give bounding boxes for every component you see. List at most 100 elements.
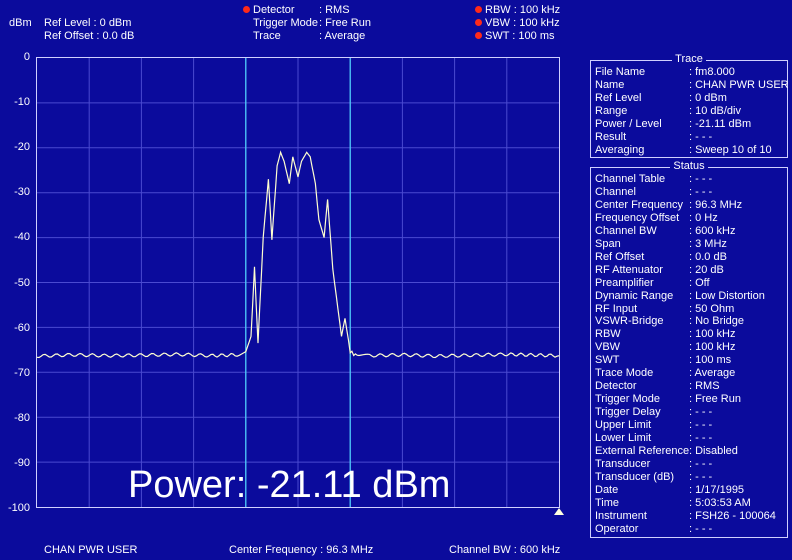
info-row-value: : - - - (689, 173, 713, 185)
info-row-value: : - - - (689, 470, 713, 483)
info-row-key: Frequency Offset (595, 211, 680, 224)
trace-panel-title: Trace (672, 53, 706, 65)
info-row-key: Power / Level (595, 117, 662, 130)
info-row-key: Detector (595, 380, 637, 393)
info-row-key: Operator (595, 522, 639, 535)
info-row-value: : -21.11 dBm (689, 117, 752, 130)
info-row-key: Instrument (595, 509, 647, 522)
y-tick-label: -20 (14, 141, 30, 154)
status-dot-icon (475, 32, 482, 39)
y-tick-label: -30 (14, 186, 30, 199)
status-dot-icon (475, 19, 482, 26)
info-row-key: Trace Mode (595, 367, 654, 380)
info-row-key: Preamplifier (595, 276, 654, 289)
swt-indicator: SWT : 100 ms (475, 30, 554, 43)
status-dot-icon (475, 6, 482, 13)
info-row-value: : 5:03:53 AM (689, 496, 751, 509)
info-row-key: Lower Limit (595, 432, 652, 444)
info-row-key: Center Frequency (595, 198, 684, 211)
info-row-key: File Name (595, 66, 646, 78)
info-row-value: : - - - (689, 130, 713, 143)
y-tick-label: -70 (14, 366, 30, 379)
detector-label: Detector (253, 4, 295, 16)
vbw-readout: VBW : 100 kHz (485, 17, 560, 29)
info-row-value: : Sweep 10 of 10 (689, 143, 772, 156)
info-row-value: : 3 MHz (689, 237, 727, 250)
info-row-value: : - - - (689, 457, 713, 470)
info-row-key: Transducer (595, 457, 651, 470)
info-row-key: VBW (595, 341, 621, 354)
y-tick-label: -40 (14, 231, 30, 244)
trigger-mode-label: Trigger Mode (253, 17, 319, 29)
footer-mode: CHAN PWR USER (44, 544, 138, 556)
info-row-value: : 0 dBm (689, 91, 727, 104)
info-row-value: : - - - (689, 419, 713, 432)
info-row-value: : CHAN PWR USER (689, 78, 789, 91)
info-row-value: : 1/17/1995 (689, 483, 745, 496)
y-tick-label: -90 (14, 456, 30, 469)
info-row-value: : 96.3 MHz (689, 198, 743, 211)
info-row-value: : 50 Ohm (689, 302, 735, 315)
info-row-key: Name (595, 78, 625, 91)
info-row-key: Ref Offset (595, 250, 645, 263)
info-row-value: : - - - (689, 185, 713, 198)
info-row-key: Averaging (595, 143, 645, 156)
info-row-value: : 20 dB (689, 263, 724, 276)
info-row-value: : 0.0 dB (689, 250, 727, 263)
detector-indicator: Detector (243, 4, 295, 17)
footer-channel-bw: Channel BW : 600 kHz (449, 544, 561, 556)
info-row-key: Span (595, 237, 621, 250)
trace-mode-label: Trace (253, 30, 281, 42)
y-tick-label: -100 (7, 502, 30, 514)
info-row-value: : 10 dB/div (689, 104, 741, 117)
info-row-key: RF Attenuator (595, 263, 663, 276)
info-row-value: : Average (689, 367, 736, 380)
power-readout: Power: -21.11 dBm (128, 464, 451, 506)
marker-triangle-icon[interactable] (554, 508, 564, 515)
info-row-value: : Low Distortion (689, 289, 765, 302)
y-tick-label: 0 (23, 51, 30, 63)
info-row-value: : Free Run (689, 393, 741, 406)
info-row-value: : No Bridge (689, 315, 745, 328)
info-row-key: Channel Table (595, 173, 666, 185)
info-row-key: Transducer (dB) (595, 470, 675, 483)
info-row-key: Range (595, 104, 628, 117)
info-row-key: Channel BW (595, 224, 657, 237)
info-row-key: Trigger Delay (595, 406, 661, 419)
vbw-indicator: VBW : 100 kHz (475, 17, 560, 30)
info-row-value: : 100 kHz (689, 328, 736, 341)
info-row-value: : - - - (689, 406, 713, 419)
y-tick-label: -10 (14, 96, 30, 109)
info-row-key: RBW (595, 328, 621, 341)
info-row-key: VSWR-Bridge (595, 315, 664, 328)
y-tick-label: -50 (14, 276, 30, 289)
rbw-indicator: RBW : 100 kHz (475, 4, 560, 17)
info-row-value: : FSH26 - 100064 (689, 509, 776, 522)
status-info-panel: Status Channel Table : - - - Channel : - - … (590, 160, 788, 538)
info-row-value: : - - - (689, 522, 713, 535)
trigger-mode-value: : Free Run (319, 17, 371, 29)
info-row-key: Dynamic Range (595, 289, 674, 302)
footer-center-frequency: Center Frequency : 96.3 MHz (229, 544, 374, 556)
info-row-key: Trigger Mode (595, 393, 661, 406)
ref-level-readout: Ref Level : 0 dBm (44, 17, 132, 29)
info-row-key: SWT (595, 354, 620, 367)
info-row-value: : 100 ms (689, 354, 732, 367)
info-row-value: : 600 kHz (689, 224, 736, 237)
status-dot-icon (243, 6, 250, 13)
info-row-key: External Reference (595, 444, 690, 457)
info-row-value: : Off (689, 276, 710, 289)
info-row-value: : 100 kHz (689, 341, 736, 354)
info-row-key: Channel (595, 185, 636, 198)
swt-readout: SWT : 100 ms (485, 30, 555, 42)
info-row-value: : fm8.000 (689, 66, 735, 78)
spectrum-plot[interactable] (36, 57, 560, 508)
info-row-key: Upper Limit (595, 419, 652, 432)
info-row-value: : RMS (689, 380, 720, 393)
info-row-value: : 0 Hz (689, 211, 718, 224)
trace-mode-value: : Average (319, 30, 366, 42)
status-panel-title: Status (670, 160, 708, 172)
spectrum-plot-canvas (37, 58, 559, 507)
info-row-key: Date (595, 483, 619, 496)
trace-info-panel: Trace File Name : fm8.000 Name : CHAN PWR U… (590, 53, 789, 158)
